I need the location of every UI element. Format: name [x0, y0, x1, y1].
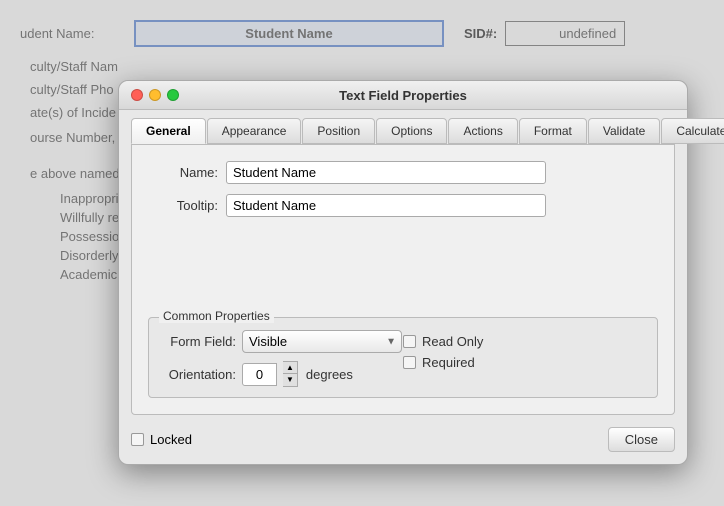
read-only-label: Read Only — [422, 334, 483, 349]
props-left: Form Field: Visible Hidden Visible but d… — [161, 330, 403, 387]
orientation-up-button[interactable]: ▲ — [283, 362, 297, 374]
tab-bar: General Appearance Position Options Acti… — [119, 110, 687, 144]
form-field-select-wrapper: Visible Hidden Visible but doesn't print… — [242, 330, 402, 353]
maximize-traffic-light[interactable] — [167, 89, 179, 101]
degrees-label: degrees — [306, 367, 353, 382]
tab-position[interactable]: Position — [302, 118, 375, 144]
dialog-body: Name: Tooltip: Common Properties Form Fi… — [131, 144, 675, 415]
common-properties-section: Common Properties Form Field: Visible Hi… — [148, 317, 658, 398]
dialog-title: Text Field Properties — [339, 88, 467, 103]
name-input[interactable] — [226, 161, 546, 184]
tooltip-input[interactable] — [226, 194, 546, 217]
tab-appearance[interactable]: Appearance — [207, 118, 302, 144]
common-properties-label: Common Properties — [159, 309, 274, 323]
dialog-footer: Locked Close — [119, 427, 687, 464]
tab-calculate[interactable]: Calculate — [661, 118, 724, 144]
locked-checkbox[interactable] — [131, 433, 144, 446]
close-traffic-light[interactable] — [131, 89, 143, 101]
required-row: Required — [403, 355, 645, 370]
read-only-checkbox[interactable] — [403, 335, 416, 348]
text-field-properties-dialog: Text Field Properties General Appearance… — [118, 80, 688, 465]
dialog-titlebar: Text Field Properties — [119, 81, 687, 110]
form-field-select[interactable]: Visible Hidden Visible but doesn't print… — [242, 330, 402, 353]
name-row: Name: — [148, 161, 658, 184]
locked-label: Locked — [150, 432, 192, 447]
name-label: Name: — [148, 165, 218, 180]
props-right: Read Only Required — [403, 330, 645, 387]
orientation-down-button[interactable]: ▼ — [283, 374, 297, 386]
tab-validate[interactable]: Validate — [588, 118, 660, 144]
tab-options[interactable]: Options — [376, 118, 447, 144]
spacer — [148, 227, 658, 317]
tab-format[interactable]: Format — [519, 118, 587, 144]
required-label: Required — [422, 355, 475, 370]
required-checkbox[interactable] — [403, 356, 416, 369]
props-grid: Form Field: Visible Hidden Visible but d… — [161, 330, 645, 387]
tab-general[interactable]: General — [131, 118, 206, 144]
orientation-stepper: ▲ ▼ — [283, 361, 298, 387]
orientation-row: Orientation: ▲ ▼ degrees — [161, 361, 403, 387]
footer-left: Locked — [131, 432, 192, 447]
traffic-lights — [131, 89, 179, 101]
read-only-row: Read Only — [403, 334, 645, 349]
minimize-traffic-light[interactable] — [149, 89, 161, 101]
tooltip-row: Tooltip: — [148, 194, 658, 217]
orientation-label: Orientation: — [161, 367, 236, 382]
form-field-row: Form Field: Visible Hidden Visible but d… — [161, 330, 403, 353]
tooltip-label: Tooltip: — [148, 198, 218, 213]
tab-actions[interactable]: Actions — [448, 118, 517, 144]
form-field-label: Form Field: — [161, 334, 236, 349]
orientation-input[interactable] — [242, 363, 277, 386]
close-button[interactable]: Close — [608, 427, 675, 452]
